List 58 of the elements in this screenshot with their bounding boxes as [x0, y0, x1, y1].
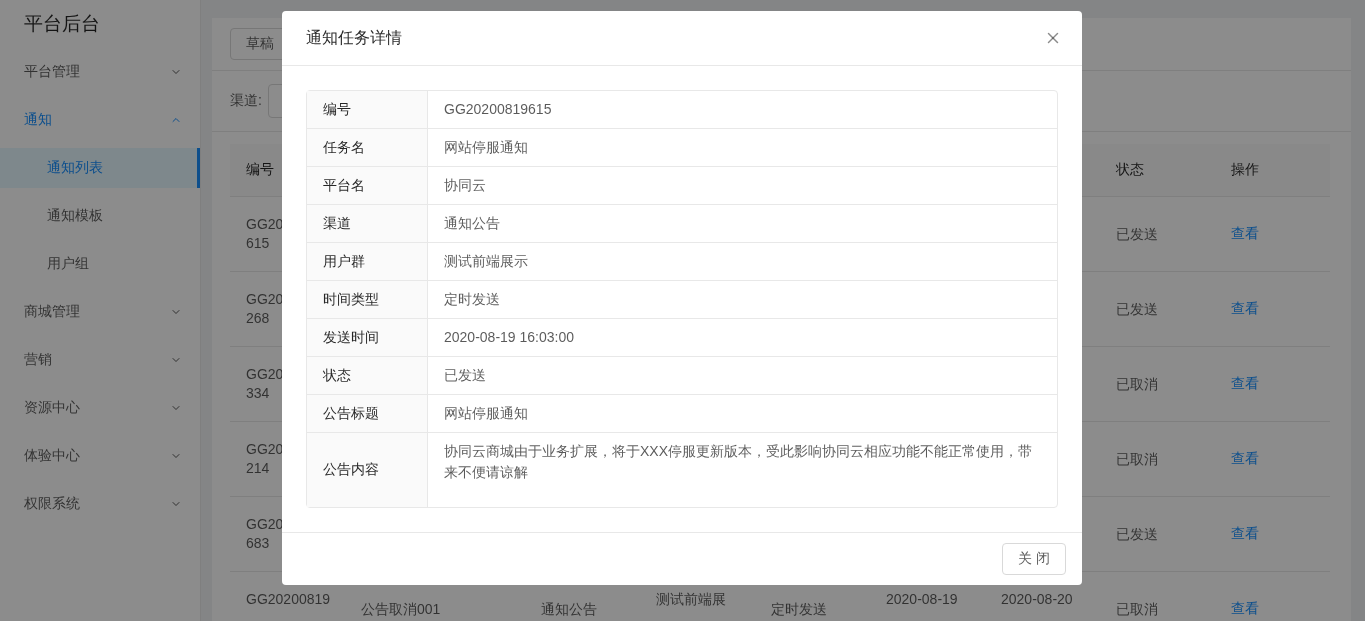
table-cell: 已发送	[1116, 224, 1158, 244]
field-label: 用户群	[307, 243, 428, 281]
field-value: 已发送	[428, 357, 1057, 395]
field-label: 编号	[307, 91, 428, 129]
field-value: GG20200819615	[428, 91, 1057, 129]
field-label: 公告内容	[307, 433, 428, 507]
table-cell: 已取消	[1116, 449, 1158, 469]
submenu-item[interactable]: 用户组	[0, 244, 200, 284]
table-cell: 已发送	[1116, 299, 1158, 319]
table-cell: 已取消	[1116, 599, 1158, 619]
field-label: 任务名	[307, 129, 428, 167]
dialog-title: 通知任务详情	[306, 27, 402, 48]
menu-item[interactable]: 平台管理	[0, 48, 200, 96]
filter-label: 渠道:	[230, 92, 262, 110]
table-cell: GG20 214	[246, 440, 284, 478]
field-label: 平台名	[307, 167, 428, 205]
field-value: 测试前端展示	[428, 243, 1057, 281]
field-value: 2020-08-19 16:03:00	[428, 319, 1057, 357]
view-link[interactable]: 查看	[1231, 225, 1259, 243]
table-cell: 测试前端展	[656, 590, 726, 609]
submenu-item[interactable]: 通知列表	[0, 148, 200, 188]
table-cell: GG20200819	[246, 590, 331, 609]
view-link[interactable]: 查看	[1231, 525, 1259, 543]
field-label: 渠道	[307, 205, 428, 243]
table-cell: GG20 683	[246, 515, 284, 553]
field-value: 网站停服通知	[428, 129, 1057, 167]
view-link[interactable]: 查看	[1231, 300, 1259, 318]
menu-item[interactable]: 权限系统	[0, 480, 200, 528]
field-value: 网站停服通知	[428, 395, 1057, 433]
menu-item[interactable]: 通知	[0, 96, 200, 144]
table-cell: 通知公告	[541, 599, 597, 619]
field-label: 状态	[307, 357, 428, 395]
field-label: 发送时间	[307, 319, 428, 357]
menu-item[interactable]: 体验中心	[0, 432, 200, 480]
close-button[interactable]: 关 闭	[1002, 543, 1066, 575]
table-cell: 定时发送	[771, 599, 827, 619]
table-cell: 2020-08-19	[886, 590, 958, 609]
view-link[interactable]: 查看	[1231, 600, 1259, 618]
table-cell: 已发送	[1116, 524, 1158, 544]
menu-item[interactable]: 营销	[0, 336, 200, 384]
menu-item[interactable]: 资源中心	[0, 384, 200, 432]
table-cell: GG20 334	[246, 365, 284, 403]
field-value: 协同云	[428, 167, 1057, 205]
submenu-item[interactable]: 通知模板	[0, 196, 200, 236]
view-link[interactable]: 查看	[1231, 375, 1259, 393]
menu-item[interactable]: 商城管理	[0, 288, 200, 336]
table-cell: GG20 268	[246, 290, 284, 328]
table-cell: GG20 615	[246, 215, 284, 253]
table-cell: 已取消	[1116, 374, 1158, 394]
view-link[interactable]: 查看	[1231, 450, 1259, 468]
table-cell: 2020-08-20	[1001, 590, 1073, 609]
table-cell: 公告取消001	[361, 599, 441, 619]
field-label: 时间类型	[307, 281, 428, 319]
field-value: 定时发送	[428, 281, 1057, 319]
field-value: 协同云商城由于业务扩展，将于XXX停服更新版本，受此影响协同云相应功能不能正常使用，带来不便请谅解	[443, 442, 1033, 482]
field-label: 公告标题	[307, 395, 428, 433]
field-value: 通知公告	[428, 205, 1057, 243]
app-title: 平台后台	[23, 12, 101, 36]
